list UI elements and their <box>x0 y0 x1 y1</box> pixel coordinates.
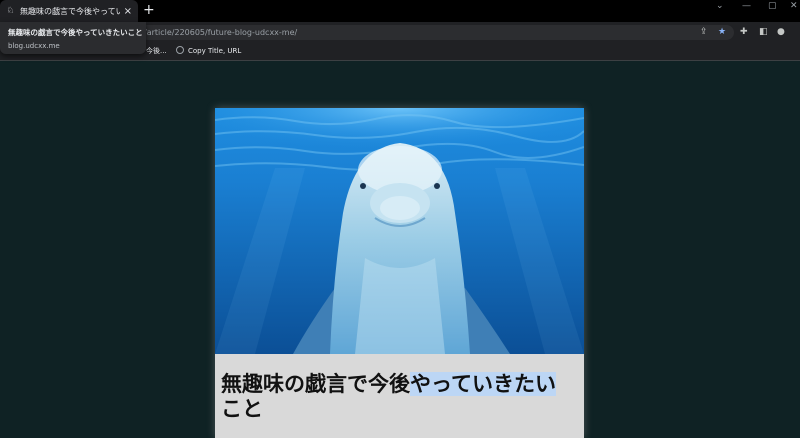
bookmark-label: Copy Title, URL <box>188 47 242 55</box>
new-tab-button[interactable]: + <box>143 3 155 17</box>
article-title: 無趣味の戯言で今後やっていきたいこと <box>221 372 581 422</box>
tab-close-icon[interactable]: × <box>124 6 132 17</box>
tab-hover-card: 無趣味の戯言で今後やっていきたいこと blog.udcxx.me <box>0 22 146 54</box>
hover-card-domain: blog.udcxx.me <box>8 42 60 50</box>
address-text: /article/220605/future-blog-udcxx-me/ <box>144 28 298 37</box>
title-text: 無趣味の戯言で今後 <box>221 372 410 396</box>
profile-icon[interactable]: ● <box>777 25 785 39</box>
globe-icon <box>176 46 184 54</box>
hover-card-title: 無趣味の戯言で今後やっていきたいこと <box>8 28 143 37</box>
side-panel-icon[interactable]: ◧ <box>759 25 768 39</box>
bookmark-star-icon[interactable]: ★ <box>718 25 726 39</box>
maximize-button[interactable]: ▢ <box>768 0 777 14</box>
address-bar[interactable]: /article/220605/future-blog-udcxx-me/ <box>140 25 734 40</box>
extensions-icon[interactable]: ✚ <box>740 25 748 39</box>
bookmark-copy-title-url[interactable]: Copy Title, URL <box>176 45 241 57</box>
minimize-button[interactable]: — <box>742 0 751 14</box>
tab-search-icon[interactable]: ⌄ <box>716 0 724 14</box>
tab-active[interactable]: ♘ 無趣味の戯言で今後やっていきたいこと × <box>0 0 138 22</box>
rabbit-favicon-icon: ♘ <box>6 6 15 16</box>
share-icon[interactable]: ⇪ <box>700 25 708 39</box>
title-selected-text: やっていきたい <box>410 372 556 396</box>
hero-image <box>215 108 584 354</box>
bookmark-item[interactable]: 今後... <box>146 45 167 57</box>
article-card: 無趣味の戯言で今後やっていきたいこと <box>215 108 584 438</box>
tab-strip: ♘ 無趣味の戯言で今後やっていきたいこと × + ⌄ — ▢ ✕ <box>0 0 800 22</box>
title-text-line2: こと <box>221 397 263 421</box>
tab-title: 無趣味の戯言で今後やっていきたいこと <box>20 6 120 16</box>
dolphin-illustration <box>215 108 584 354</box>
close-window-button[interactable]: ✕ <box>790 0 798 14</box>
